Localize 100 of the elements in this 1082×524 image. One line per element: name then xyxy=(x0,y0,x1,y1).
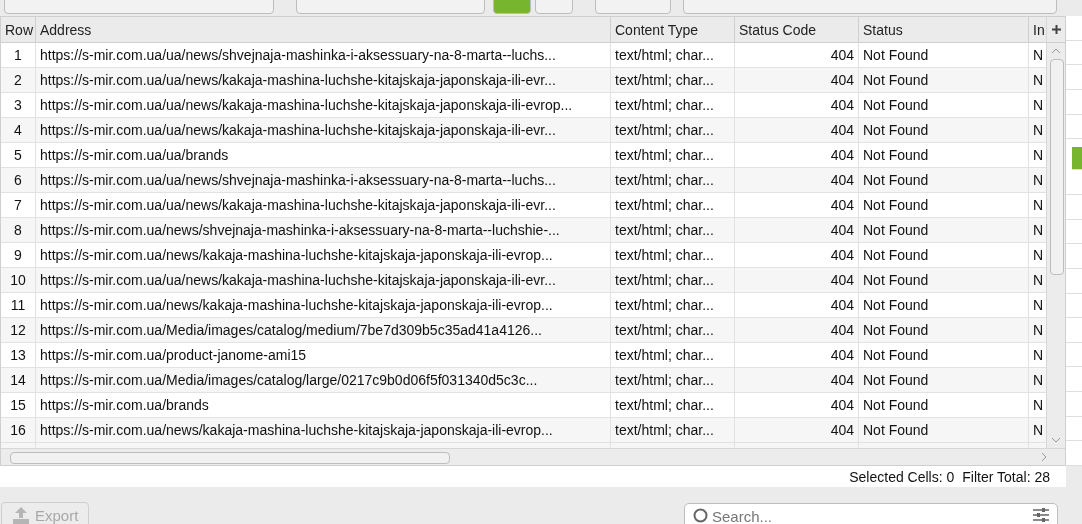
search-field[interactable]: Search... xyxy=(684,503,1058,524)
table-cell: N xyxy=(1033,97,1044,113)
table-cell: N xyxy=(1033,272,1044,288)
table-cell: 404 xyxy=(830,47,854,63)
column-header[interactable]: Content Type xyxy=(615,21,699,38)
table-cell: text/html; char... xyxy=(615,397,714,413)
table-cell: https://s-mir.com.ua/ua/news/kakaja-mashina-luchshe-kitajskaja-japonskaja-ili-evr... xyxy=(40,122,556,138)
row-number: 3 xyxy=(14,97,22,113)
column-header[interactable]: In xyxy=(1033,21,1045,38)
table-cell: 404 xyxy=(830,172,854,188)
table-cell: Not Found xyxy=(863,47,929,63)
row-number: 11 xyxy=(10,297,26,313)
row-number: 9 xyxy=(14,247,22,263)
table-cell: 404 xyxy=(830,247,854,263)
row-number: 4 xyxy=(14,122,22,138)
table-cell: 404 xyxy=(830,197,854,213)
table-cell: https://s-mir.com.ua/product-janome-ami15 xyxy=(40,347,307,363)
table-cell: 404 xyxy=(830,347,854,363)
table-cell: Not Found xyxy=(863,247,929,263)
table-cell: Not Found xyxy=(863,297,929,313)
table-cell: N xyxy=(1033,172,1044,188)
row-number: 6 xyxy=(14,172,22,188)
table-cell: N xyxy=(1033,397,1044,413)
row-number: 10 xyxy=(10,272,26,288)
table-cell: 404 xyxy=(830,297,854,313)
table-cell: 404 xyxy=(830,372,854,388)
table-cell: N xyxy=(1033,247,1044,263)
table-cell: Not Found xyxy=(863,122,929,138)
table-cell: text/html; char... xyxy=(615,72,714,88)
table-cell: Not Found xyxy=(863,97,929,113)
table-cell: text/html; char... xyxy=(615,197,714,213)
table-cell: https://s-mir.com.ua/ua/news/kakaja-mashina-luchshe-kitajskaja-japonskaja-ili-evr... xyxy=(40,72,556,88)
filter-settings-icon[interactable] xyxy=(1033,508,1049,522)
scroll-right-icon[interactable] xyxy=(1041,452,1047,462)
scroll-down-icon[interactable] xyxy=(1051,437,1061,443)
status-text: Filter Total: 28 xyxy=(962,468,1050,485)
table-cell: N xyxy=(1033,122,1044,138)
table-cell: 404 xyxy=(830,147,854,163)
column-header[interactable]: Address xyxy=(40,21,92,38)
table-cell: Not Found xyxy=(863,272,929,288)
table-cell: 404 xyxy=(830,322,854,338)
search-icon xyxy=(693,508,708,523)
table-cell: Not Found xyxy=(863,422,929,438)
table-cell: text/html; char... xyxy=(615,222,714,238)
table-cell: text/html; char... xyxy=(615,372,714,388)
table-cell: N xyxy=(1033,222,1044,238)
table-cell: text/html; char... xyxy=(615,97,714,113)
table-cell: Not Found xyxy=(863,347,929,363)
row-number: 14 xyxy=(10,372,26,388)
table-cell: https://s-mir.com.ua/Media/images/catalog/medium/7be7d309b5c35ad41a4126... xyxy=(40,322,542,338)
table-cell: 404 xyxy=(830,97,854,113)
row-number: 1 xyxy=(14,47,22,63)
table-cell: https://s-mir.com.ua/news/kakaja-mashina-luchshe-kitajskaja-japonskaja-ili-evrop... xyxy=(40,247,553,263)
table-cell: N xyxy=(1033,147,1044,163)
column-header[interactable]: Row xyxy=(5,21,33,38)
table-cell: Not Found xyxy=(863,372,929,388)
table-cell: text/html; char... xyxy=(615,297,714,313)
plus-icon[interactable] xyxy=(1051,25,1061,34)
table-cell: 404 xyxy=(830,397,854,413)
row-number: 2 xyxy=(14,72,22,88)
table-cell: https://s-mir.com.ua/ua/news/shvejnaja-mashinka-i-aksessuary-na-8-marta--luchs... xyxy=(40,172,556,188)
table-cell: Not Found xyxy=(863,197,929,213)
table-cell: https://s-mir.com.ua/Media/images/catalog/large/0217c9b0d06f5f031340d5c3c... xyxy=(40,372,538,388)
table-cell: N xyxy=(1033,347,1044,363)
table-cell: text/html; char... xyxy=(615,272,714,288)
table-cell: N xyxy=(1033,372,1044,388)
table-cell: Not Found xyxy=(863,222,929,238)
table-cell: Not Found xyxy=(863,72,929,88)
table-cell: 404 xyxy=(830,72,854,88)
row-number: 13 xyxy=(10,347,26,363)
status-indicator xyxy=(1072,147,1082,171)
table-cell: https://s-mir.com.ua/news/kakaja-mashina-luchshe-kitajskaja-japonskaja-ili-evrop... xyxy=(40,297,553,313)
table-cell: https://s-mir.com.ua/news/shvejnaja-mashinka-i-aksessuary-na-8-marta--luchshie-... xyxy=(40,222,560,238)
table-cell: text/html; char... xyxy=(615,172,714,188)
row-number: 12 xyxy=(10,322,26,338)
table-cell: https://s-mir.com.ua/ua/brands xyxy=(40,147,229,163)
table-cell: text/html; char... xyxy=(615,247,714,263)
column-header[interactable]: Status Code xyxy=(739,21,817,38)
table-cell: https://s-mir.com.ua/news/kakaja-mashina-luchshe-kitajskaja-japonskaja-ili-evrop... xyxy=(40,422,553,438)
table-cell: text/html; char... xyxy=(615,147,714,163)
table-cell: Not Found xyxy=(863,172,929,188)
table-cell: text/html; char... xyxy=(615,347,714,363)
table-cell: https://s-mir.com.ua/brands xyxy=(40,397,209,413)
table-cell: https://s-mir.com.ua/ua/news/kakaja-mashina-luchshe-kitajskaja-japonskaja-ili-evr... xyxy=(40,272,556,288)
row-number: 7 xyxy=(14,197,22,213)
row-number: 8 xyxy=(14,222,22,238)
table-cell: N xyxy=(1033,197,1044,213)
table-cell: Not Found xyxy=(863,322,929,338)
table-cell: text/html; char... xyxy=(615,322,714,338)
column-header[interactable]: Status xyxy=(863,21,903,38)
table-cell: Not Found xyxy=(863,147,929,163)
upload-icon xyxy=(12,506,30,524)
table-cell: N xyxy=(1033,322,1044,338)
table-cell: N xyxy=(1033,297,1044,313)
table-cell: Not Found xyxy=(863,397,929,413)
table-cell: N xyxy=(1033,47,1044,63)
scroll-up-icon[interactable] xyxy=(1051,48,1061,54)
table-cell: text/html; char... xyxy=(615,422,714,438)
status-text: Selected Cells: 0 xyxy=(849,468,955,485)
table-cell: text/html; char... xyxy=(615,122,714,138)
